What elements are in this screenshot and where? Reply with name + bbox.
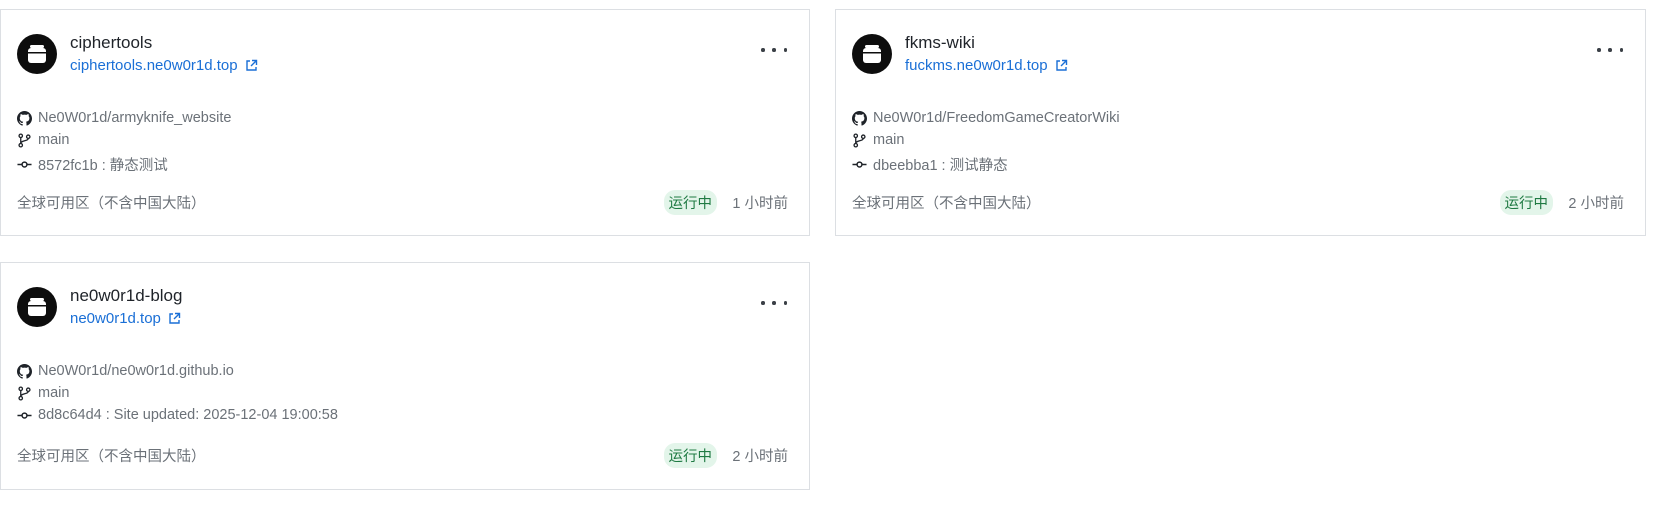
external-link-icon[interactable]: [168, 312, 181, 325]
site-name[interactable]: ciphertools: [70, 33, 152, 53]
site-logo-icon: [852, 34, 892, 74]
commit-row: 8d8c64d4 : Site updated: 2025-12-04 19:0…: [17, 407, 338, 423]
branch-name: main: [873, 132, 905, 148]
github-icon: [17, 110, 32, 126]
site-domain-text[interactable]: fuckms.ne0w0r1d.top: [905, 57, 1048, 74]
updated-time: 1 小时前: [732, 196, 788, 212]
site-domain-link[interactable]: fuckms.ne0w0r1d.top: [905, 57, 1068, 74]
commit-row: 8572fc1b : 静态测试: [17, 154, 168, 175]
more-options-icon[interactable]: [761, 40, 787, 60]
status-badge: 运行中: [663, 443, 717, 468]
site-domain-link[interactable]: ne0w0r1d.top: [70, 310, 181, 327]
updated-time: 2 小时前: [1568, 196, 1624, 212]
site-logo-icon: [17, 34, 57, 74]
repo-name: Ne0W0r1d/ne0w0r1d.github.io: [38, 363, 234, 379]
region-label: 全球可用区（不含中国大陆）: [17, 449, 206, 465]
branch-row: main: [17, 385, 69, 401]
git-commit-icon: [17, 411, 32, 419]
branch-row: main: [852, 132, 904, 148]
github-icon: [852, 110, 867, 126]
external-link-icon[interactable]: [1055, 59, 1068, 72]
site-name[interactable]: fkms-wiki: [905, 33, 975, 53]
more-options-icon[interactable]: [761, 293, 787, 313]
site-card[interactable]: ne0w0r1d-blog ne0w0r1d.top Ne0W0r1d/ne0w…: [0, 262, 810, 490]
git-commit-icon: [17, 161, 32, 168]
commit-row: dbeebba1 : 测试静态: [852, 154, 1008, 175]
repo-name: Ne0W0r1d/armyknife_website: [38, 110, 232, 126]
site-name[interactable]: ne0w0r1d-blog: [70, 286, 182, 306]
commit-info: 8572fc1b : 静态测试: [38, 158, 168, 174]
git-branch-icon: [853, 132, 866, 148]
site-logo-icon: [17, 287, 57, 327]
site-card[interactable]: fkms-wiki fuckms.ne0w0r1d.top Ne0W0r1d/F…: [835, 9, 1646, 236]
status-badge: 运行中: [663, 190, 717, 215]
branch-row: main: [17, 132, 69, 148]
status-badge: 运行中: [1499, 190, 1553, 215]
git-commit-icon: [852, 161, 867, 168]
commit-info: dbeebba1 : 测试静态: [873, 158, 1008, 174]
site-domain-link[interactable]: ciphertools.ne0w0r1d.top: [70, 57, 258, 74]
git-branch-icon: [18, 385, 31, 401]
repo-row: Ne0W0r1d/FreedomGameCreatorWiki: [852, 110, 1120, 126]
external-link-icon[interactable]: [245, 59, 258, 72]
site-card[interactable]: ciphertools ciphertools.ne0w0r1d.top Ne0…: [0, 9, 810, 236]
repo-name: Ne0W0r1d/FreedomGameCreatorWiki: [873, 110, 1120, 126]
updated-time: 2 小时前: [732, 449, 788, 465]
repo-row: Ne0W0r1d/ne0w0r1d.github.io: [17, 363, 234, 379]
branch-name: main: [38, 132, 70, 148]
git-branch-icon: [18, 132, 31, 148]
site-domain-text[interactable]: ciphertools.ne0w0r1d.top: [70, 57, 238, 74]
branch-name: main: [38, 385, 70, 401]
region-label: 全球可用区（不含中国大陆）: [17, 196, 206, 212]
repo-row: Ne0W0r1d/armyknife_website: [17, 110, 231, 126]
region-label: 全球可用区（不含中国大陆）: [852, 196, 1041, 212]
site-domain-text[interactable]: ne0w0r1d.top: [70, 310, 161, 327]
commit-info: 8d8c64d4 : Site updated: 2025-12-04 19:0…: [38, 407, 338, 423]
github-icon: [17, 363, 32, 379]
more-options-icon[interactable]: [1597, 40, 1623, 60]
